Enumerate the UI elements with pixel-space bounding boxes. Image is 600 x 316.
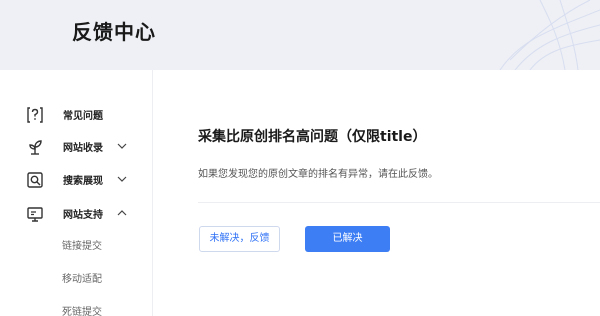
chevron-down-icon[interactable] [116,140,128,152]
search-view-icon [27,172,43,188]
header-decoration [499,0,600,70]
chevron-up-icon[interactable] [116,207,128,219]
sidebar-item-label: 常见问题 [63,111,103,122]
sidebar-item-search-display[interactable]: 搜索展现 [0,167,153,195]
sidebar-subitem-dead-link-submit[interactable]: 死链提交 [62,303,102,316]
solved-button[interactable]: 已解决 [305,226,390,252]
unsolved-feedback-button[interactable]: 未解决，反馈 [199,226,280,252]
main-content: 采集比原创排名高问题（仅限title） 如果您发现您的原创文章的排名有异常，请在… [153,70,600,316]
divider [198,202,600,203]
question-doc-icon [27,107,43,123]
sidebar-subitem-link-submit[interactable]: 链接提交 [62,237,102,252]
question-title: 采集比原创排名高问题（仅限title） [198,129,427,145]
sidebar-item-site-indexing[interactable]: 网站收录 [0,134,153,162]
chevron-down-icon[interactable] [116,173,128,185]
monitor-icon [27,207,43,222]
sidebar-item-label: 网站收录 [63,143,103,154]
sidebar: 常见问题 网站收录 搜索展现 网站支持 链接提交 移动适配 死链提交 [0,70,153,316]
sprout-icon [29,140,42,155]
page-header: 反馈中心 [0,0,600,70]
sidebar-item-label: 网站支持 [63,210,103,221]
page-title: 反馈中心 [72,20,156,44]
sidebar-item-faq[interactable]: 常见问题 [0,102,153,130]
question-description: 如果您发现您的原创文章的排名有异常，请在此反馈。 [198,169,438,180]
sidebar-subitem-mobile-adapt[interactable]: 移动适配 [62,270,102,285]
sidebar-item-label: 搜索展现 [63,176,103,187]
sidebar-item-site-support[interactable]: 网站支持 [0,201,153,229]
